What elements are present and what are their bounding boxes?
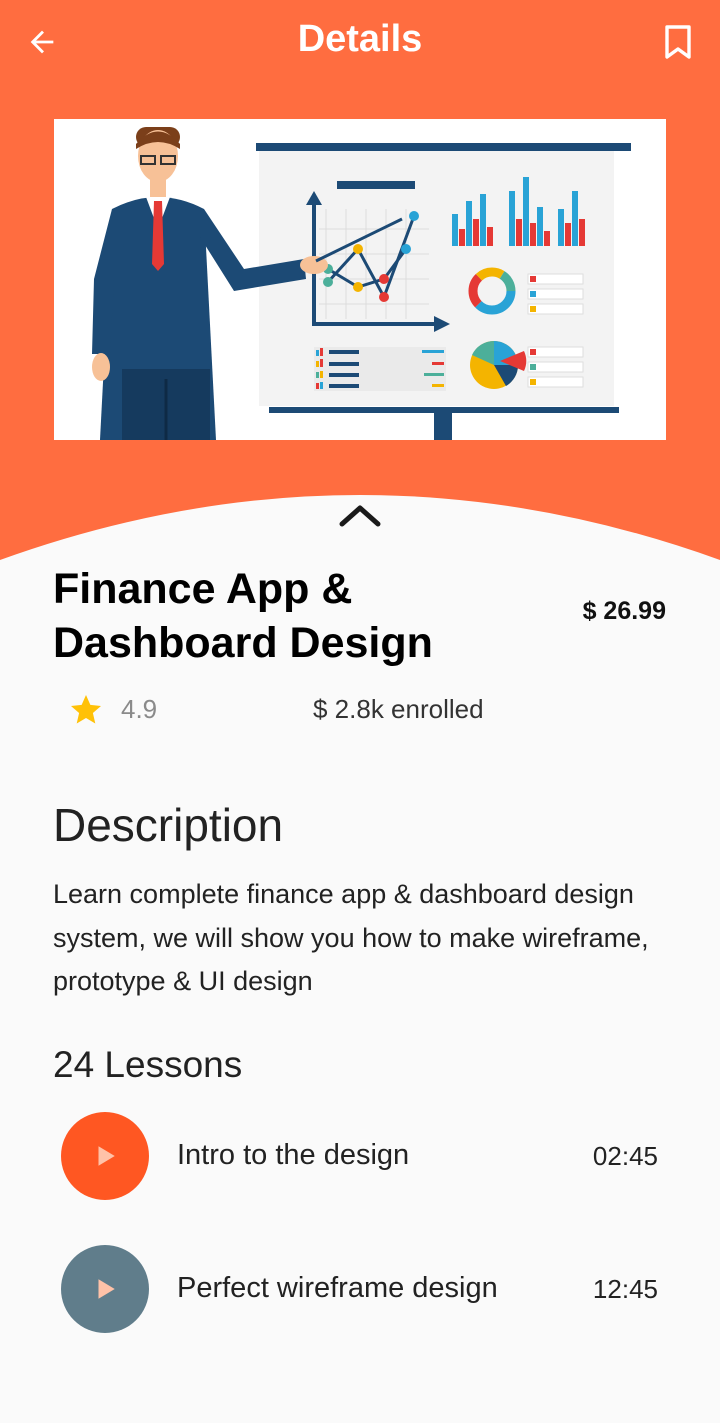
page-title: Details: [297, 18, 423, 60]
play-button[interactable]: [61, 1245, 149, 1333]
bookmark-button[interactable]: [658, 20, 698, 64]
lesson-item[interactable]: Intro to the design 02:45: [60, 1112, 670, 1202]
course-price: $ 26.99: [582, 597, 666, 625]
lesson-duration: 12:45: [592, 1274, 658, 1304]
description-heading: Description: [53, 799, 284, 851]
play-button[interactable]: [61, 1112, 149, 1200]
course-illustration: [54, 119, 666, 440]
course-title: Finance App & Dashboard Design: [53, 565, 433, 667]
collapse-details-button[interactable]: [334, 496, 386, 534]
bookmark-icon: [665, 25, 691, 59]
lesson-item[interactable]: Perfect wireframe design 12:45: [60, 1245, 670, 1335]
lesson-title: Perfect wireframe design: [177, 1272, 498, 1304]
lessons-heading: 24 Lessons: [53, 1044, 243, 1085]
play-icon: [98, 1279, 115, 1299]
chevron-up-icon: [339, 505, 381, 527]
lesson-title: Intro to the design: [177, 1139, 410, 1171]
presenter-illustration: [92, 127, 631, 440]
rating-value: 4.9: [121, 694, 158, 724]
star-icon: [71, 695, 101, 724]
lesson-duration: 02:45: [592, 1141, 658, 1171]
enrolled-count: $ 2.8k enrolled: [313, 694, 484, 724]
top-app-bar: Details: [0, 0, 720, 84]
description-text: Learn complete finance app & dashboard d…: [53, 879, 649, 996]
play-icon: [98, 1146, 115, 1166]
